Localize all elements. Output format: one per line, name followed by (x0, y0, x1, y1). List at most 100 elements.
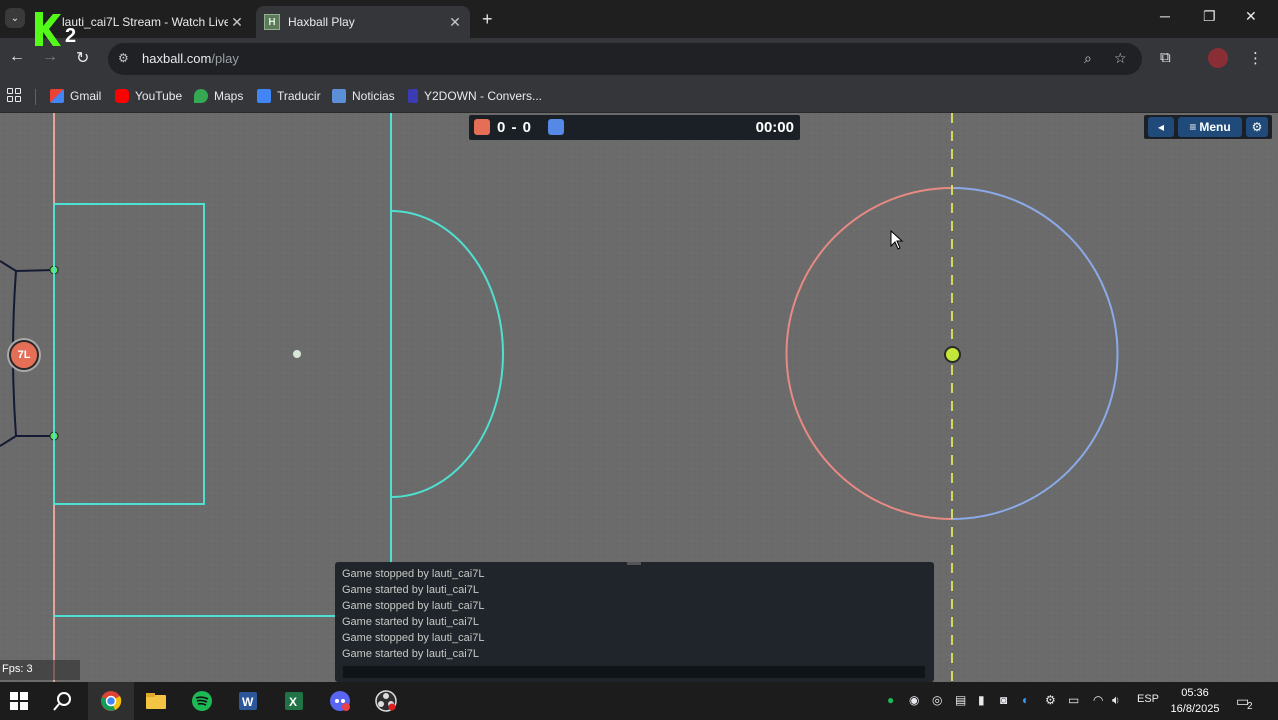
chat-message: Game started by lauti_cai7L (342, 648, 479, 660)
red-team-indicator (474, 119, 490, 135)
chat-message: Game started by lauti_cai7L (342, 616, 479, 628)
bookmarks-bar: Gmail YouTube Maps Traducir Noticias Y2D… (0, 80, 1278, 113)
blue-team-indicator (548, 119, 564, 135)
url-host: haxball.com (142, 51, 212, 66)
close-window-icon[interactable]: ✕ (1245, 8, 1257, 25)
maps-icon (194, 89, 208, 103)
tab-strip: ⌄ lauti_cai7L Stream - Watch Live ✕ 2 H … (0, 0, 1278, 46)
site-info-icon[interactable]: ⚙ (118, 51, 129, 65)
sound-toggle-icon[interactable]: ◂ (1148, 117, 1174, 137)
clock-date: 16/8/2025 (1170, 703, 1220, 715)
file-explorer-icon[interactable] (145, 690, 167, 712)
url-path: /play (211, 51, 239, 66)
chat-message: Game stopped by lauti_cai7L (342, 568, 485, 580)
toolbar: ← → ↻ ⚙ haxball.com/play ⌕ ☆ ⧉ ⋮ (0, 38, 1278, 80)
more-menu-icon[interactable]: ⋮ (1248, 49, 1263, 67)
bookmark-traducir[interactable]: Traducir (257, 87, 321, 105)
chat-panel: Game stopped by lauti_cai7L Game started… (335, 562, 934, 682)
game-controls: ◂ ≡ Menu ⚙ (1144, 115, 1272, 139)
kick-logo-icon: 2 (35, 12, 76, 46)
bookmark-star-icon[interactable]: ☆ (1114, 50, 1127, 67)
excel-icon[interactable]: X (283, 690, 305, 712)
tab-title: lauti_cai7L Stream - Watch Live (62, 15, 228, 29)
tray-discord-icon[interactable]: ◉ (909, 693, 919, 707)
gmail-icon (50, 89, 64, 103)
fps-counter: Fps: 3 (0, 660, 80, 680)
settings-gear-icon[interactable]: ⚙ (1246, 117, 1268, 137)
search-icon[interactable] (52, 690, 74, 712)
menu-button[interactable]: ≡ Menu (1178, 117, 1242, 137)
game-timer: 00:00 (755, 119, 794, 136)
tab-haxball[interactable]: H Haxball Play ✕ (256, 6, 470, 38)
word-icon[interactable]: W (237, 690, 259, 712)
bookmark-label: Traducir (277, 89, 321, 103)
news-icon (332, 89, 346, 103)
clock-time: 05:36 (1181, 687, 1209, 699)
bookmark-youtube[interactable]: YouTube (115, 87, 182, 105)
menu-label: Menu (1199, 120, 1231, 134)
bookmark-label: YouTube (135, 89, 183, 103)
bookmark-y2down[interactable]: Y2DOWN - Convers... (408, 87, 542, 105)
windows-start-icon[interactable] (8, 690, 30, 712)
volume-icon[interactable]: 🔉︎ (1112, 693, 1120, 708)
minimize-icon[interactable]: ─ (1160, 8, 1170, 24)
apps-grid-icon[interactable] (7, 88, 21, 102)
chrome-icon[interactable] (100, 690, 122, 712)
chat-input[interactable] (342, 665, 926, 679)
profile-avatar[interactable] (1208, 48, 1228, 68)
scoreboard: 0 - 0 00:00 (469, 115, 800, 140)
tray-obs-icon[interactable]: ◎ (932, 693, 942, 707)
bookmark-label: Maps (214, 89, 244, 103)
language-indicator[interactable]: ESP (1137, 693, 1159, 705)
bookmark-label: Y2DOWN - Convers... (424, 89, 543, 103)
new-tab-button[interactable]: + (482, 9, 493, 30)
screen: ⌄ lauti_cai7L Stream - Watch Live ✕ 2 H … (0, 0, 1278, 720)
haxball-icon: H (264, 14, 280, 30)
penalty-spot (293, 350, 301, 358)
bookmark-label: Gmail (70, 89, 102, 103)
chat-resize-handle[interactable] (627, 562, 641, 565)
close-tab-icon[interactable]: ✕ (446, 14, 464, 31)
tray-mic-icon[interactable]: ▮ (978, 693, 985, 707)
taskbar: W X ● ◉ ◎ ▤ ▮ ◙ ◐ ⚙ ▭ ◠ 🔉︎ ESP 05:36 16/… (0, 682, 1278, 720)
spotify-icon[interactable] (191, 690, 213, 712)
y2down-icon (408, 89, 418, 103)
bookmark-gmail[interactable]: Gmail (50, 87, 101, 105)
game-canvas[interactable]: 0 - 0 00:00 ◂ ≡ Menu ⚙ 7L Fps: 3 Game sto… (0, 113, 1278, 682)
tray-spotify-icon[interactable]: ● (887, 693, 894, 707)
tab-search-button[interactable]: ⌄ (5, 8, 25, 28)
hamburger-icon: ≡ (1189, 120, 1197, 134)
close-tab-icon[interactable]: ✕ (228, 14, 246, 31)
reload-icon[interactable]: ↻ (76, 48, 89, 68)
extensions-icon[interactable]: ⧉ (1160, 49, 1171, 66)
ball (944, 346, 961, 363)
system-clock[interactable]: 05:36 16/8/2025 (1165, 685, 1225, 717)
svg-text:W: W (242, 695, 254, 709)
tray-settings-icon[interactable]: ⚙ (1045, 693, 1056, 707)
bookmark-noticias[interactable]: Noticias (332, 87, 395, 105)
zoom-icon[interactable]: ⌕ (1084, 50, 1092, 67)
tray-device-icon[interactable]: ▤ (955, 693, 966, 707)
tray-security-icon[interactable]: ◙ (1000, 693, 1007, 707)
score: 0 - 0 (497, 119, 533, 136)
kick-badge: 2 (65, 25, 76, 46)
divider (35, 89, 36, 105)
translate-icon (257, 89, 271, 103)
chat-message: Game stopped by lauti_cai7L (342, 632, 485, 644)
url-text[interactable]: haxball.com/play (142, 51, 239, 66)
discord-icon[interactable] (329, 690, 351, 712)
bookmark-maps[interactable]: Maps (194, 87, 243, 105)
bookmark-label: Noticias (352, 89, 395, 103)
restore-icon[interactable]: ❐ (1203, 8, 1216, 25)
mouse-cursor-icon (890, 230, 904, 250)
tab-title: Haxball Play (288, 15, 355, 29)
address-bar[interactable]: ⚙ haxball.com/play ⌕ ☆ (108, 43, 1142, 75)
youtube-icon (115, 89, 129, 103)
forward-icon[interactable]: → (42, 48, 58, 66)
tray-battery-icon[interactable]: ▭ (1068, 693, 1079, 707)
obs-icon[interactable] (375, 690, 397, 712)
chat-log: Game stopped by lauti_cai7L Game started… (342, 566, 484, 662)
tray-hp-icon[interactable]: ◐ (1022, 693, 1029, 707)
wifi-icon[interactable]: ◠ (1093, 693, 1103, 707)
back-icon[interactable]: ← (9, 48, 25, 66)
